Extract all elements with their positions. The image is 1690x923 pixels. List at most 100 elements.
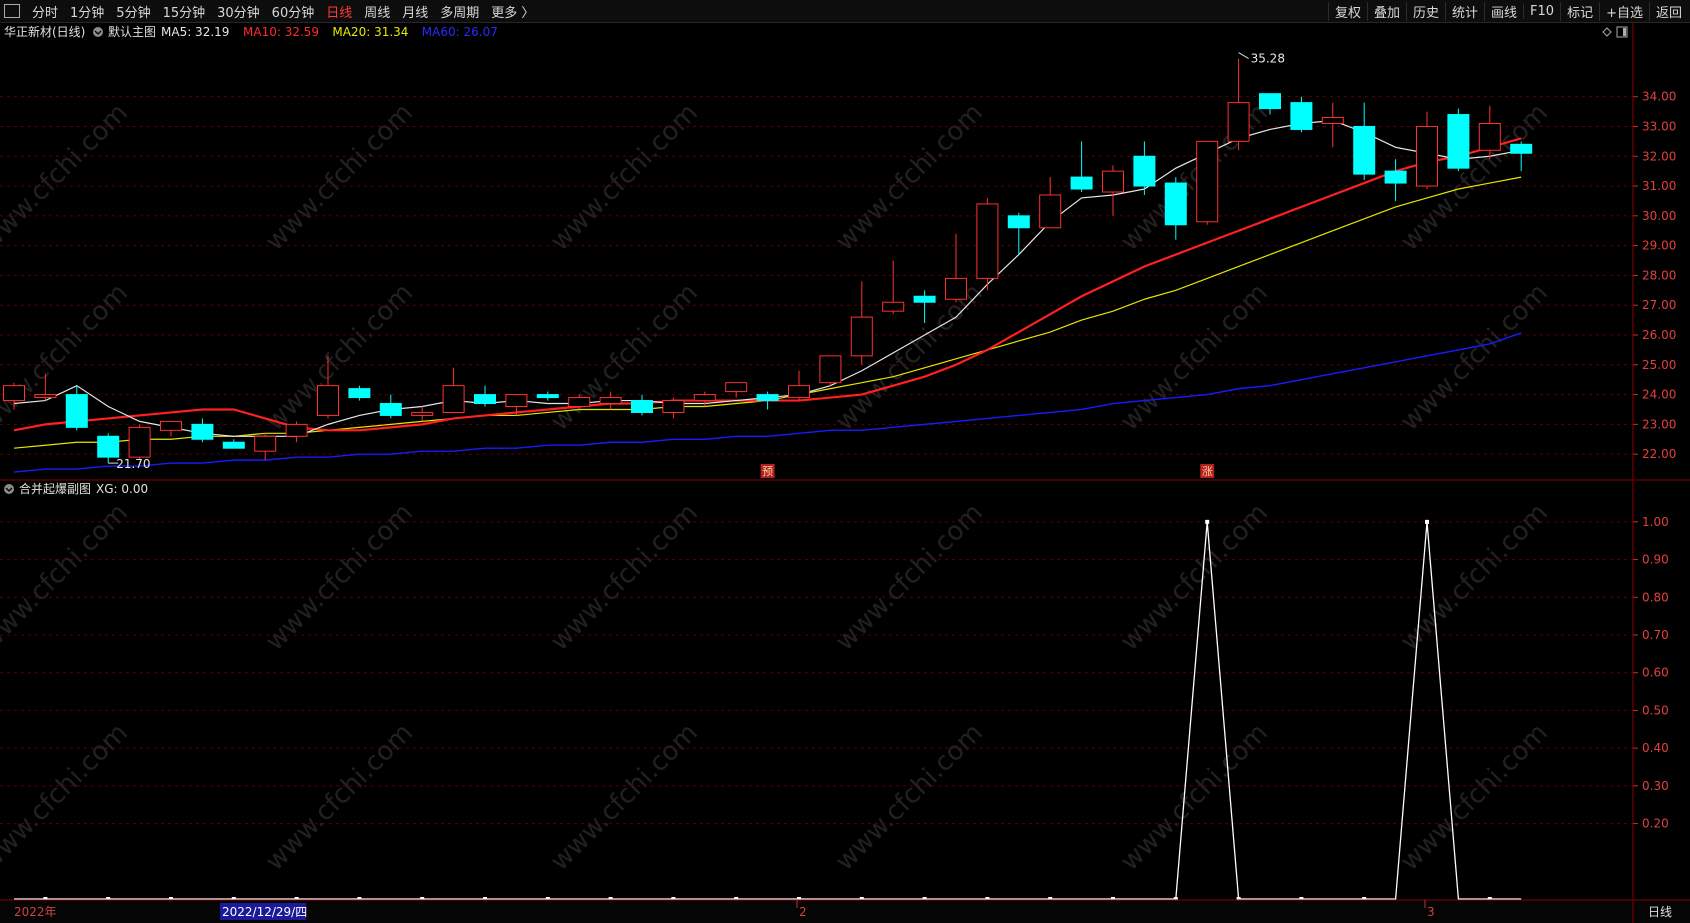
sub-y-tick-label: 0.40 [1642,741,1669,755]
mark-button[interactable]: 标记 [1560,1,1599,21]
candle [1353,102,1376,181]
date-label-year: 2022年 [14,905,57,919]
sub-indicator-title[interactable]: 合并起爆副图 [19,481,91,496]
period-tab-fenshi[interactable]: 分时 [26,2,64,21]
y-tick-label: 23.00 [1642,417,1676,431]
watermark-text: www.cfchi.com [0,718,134,877]
candle [191,418,214,443]
candle [1416,111,1438,190]
watermark-layer: www.cfchi.com www.cfchi.com www.cfchi.com w… [0,98,1554,877]
ma10-line [13,137,1522,432]
period-tab-1min[interactable]: 1分钟 [64,2,110,21]
period-tab-30min[interactable]: 30分钟 [211,2,266,21]
sub-dropdown-icon[interactable] [4,484,14,494]
candle-body-up [1478,122,1501,151]
ma5-line [13,119,1522,437]
window-menu-icon[interactable] [4,4,20,18]
ma-legend-item: MA5: 32.19 [161,25,229,39]
candle-body-up [819,355,842,384]
candles [3,58,1533,464]
period-tab-5min[interactable]: 5分钟 [110,2,156,21]
candle [411,406,434,422]
restore-rights-button[interactable]: 复权 [1327,1,1367,21]
candle [662,397,685,419]
history-button[interactable]: 历史 [1405,1,1445,21]
candle-body-down [1164,182,1187,226]
watermark-text: www.cfchi.com [830,498,989,657]
template-name[interactable]: 默认主图 [108,24,156,39]
candle-body-down [474,394,496,405]
overlay-button[interactable]: 叠加 [1366,1,1406,21]
sub-y-tick-label: 0.50 [1642,703,1669,717]
xg-value: XG: 0.00 [96,482,148,496]
candle [348,385,371,401]
xg-point [1205,519,1210,524]
candle [631,394,653,416]
diamond-icon[interactable] [1602,27,1612,37]
ma-legend: MA5: 32.19 MA10: 32.59 MA20: 31.34 MA60: 26… [161,25,498,39]
period-tab-multi[interactable]: 多周期 [434,2,485,21]
back-button[interactable]: 返回 [1648,1,1688,21]
f10-button[interactable]: F10 [1523,3,1560,19]
kline-chart[interactable]: www.cfchi.com www.cfchi.com www.cfchi.com w… [0,23,1690,923]
candle-body-down [1353,125,1376,175]
period-tab-weekly[interactable]: 周线 [358,2,396,21]
y-tick-label: 33.00 [1642,119,1676,133]
candle-body-down [65,394,88,428]
candle-body-down [1070,176,1093,190]
candle [1384,159,1407,201]
sub-y-tick-label: 0.90 [1642,553,1669,567]
ma-legend-item: MA60: 26.07 [422,25,498,39]
candle [160,420,182,437]
candle-body-down [1007,215,1030,229]
candle [819,355,842,386]
period-tab-more[interactable]: 更多 〉 [485,2,540,21]
y-tick-label: 29.00 [1642,239,1676,253]
candle-body-up [1196,140,1219,223]
candle-body-up [945,277,967,300]
candle-body-down [1510,143,1533,154]
date-label-month-3: 3 [1427,905,1435,919]
period-tab-daily[interactable]: 日线 [320,2,358,21]
candle [474,385,496,407]
period-bar: 分时 1分钟 5分钟 15分钟 30分钟 60分钟 日线 周线 月线 多周期 更… [2,0,540,22]
candle [976,197,999,291]
candle-body-up [411,411,434,416]
period-tab-15min[interactable]: 15分钟 [157,2,212,21]
y-tick-label: 22.00 [1642,447,1676,461]
period-label: 日线 [1648,905,1672,919]
add-watchlist-button[interactable]: +自选 [1599,1,1649,21]
y-tick-label: 30.00 [1642,209,1676,223]
candle [65,385,88,431]
sub-y-tick-label: 1.00 [1642,515,1669,529]
candle [442,367,465,413]
candle-body-up [285,423,308,437]
candle [850,281,873,365]
y-tick-label: 26.00 [1642,328,1676,342]
statistics-button[interactable]: 统计 [1445,1,1484,21]
stock-title: 华正新材(日线) [4,24,85,39]
draw-line-button[interactable]: 画线 [1484,1,1523,21]
sub-y-axis: 1.00 0.90 0.80 0.70 0.60 0.50 0.40 0.30 0.20 [1633,515,1669,831]
toolbar: 分时 1分钟 5分钟 15分钟 30分钟 60分钟 日线 周线 月线 多周期 更… [0,0,1690,23]
candle-body-down [1290,102,1313,130]
candle-body-down [536,394,559,399]
y-tick-label: 34.00 [1642,90,1676,104]
main-y-axis: 34.00 33.00 32.00 31.00 30.00 29.00 28.00 27.00… [1633,90,1676,461]
candle-body-up [34,394,57,399]
candle [222,439,245,449]
ma-legend-item: MA10: 32.59 [243,25,319,39]
period-tab-monthly[interactable]: 月线 [396,2,434,21]
candle [882,260,905,315]
watermark-text: www.cfchi.com [545,98,704,257]
candle [1039,177,1062,229]
candle-body-up [505,394,528,408]
candle-body-down [1133,155,1156,187]
date-label-month-2: 2 [799,905,807,919]
candle [128,424,151,461]
watermark-text: www.cfchi.com [260,718,419,877]
candle [1227,58,1250,151]
period-tab-60min[interactable]: 60分钟 [266,2,321,21]
template-dropdown-icon[interactable] [93,27,103,37]
candle-body-down [191,423,214,440]
